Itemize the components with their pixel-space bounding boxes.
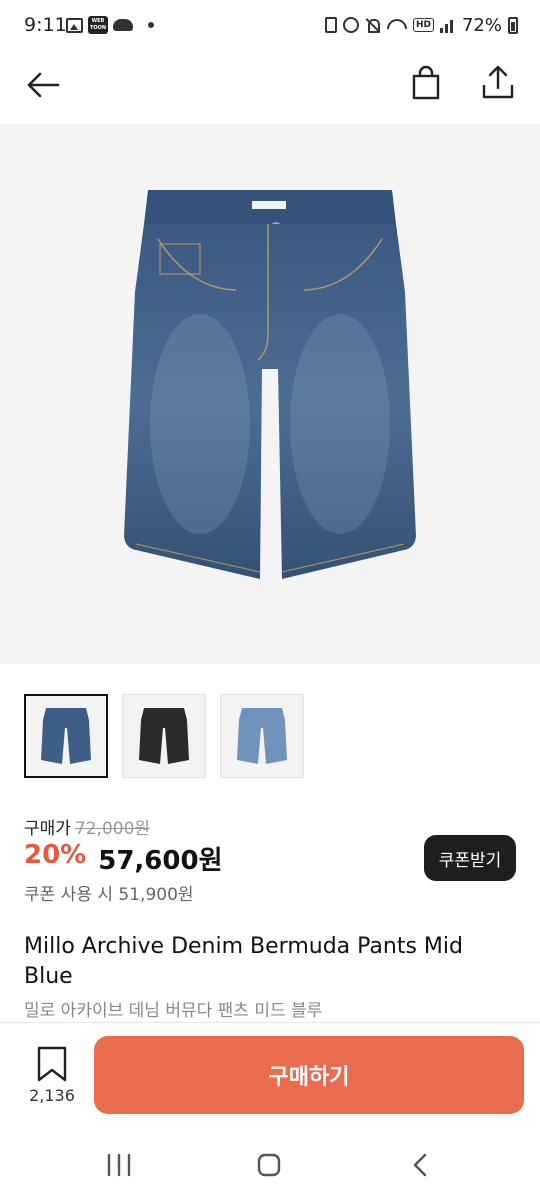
back-button[interactable]	[24, 65, 64, 105]
final-price: 57,600원	[98, 846, 223, 876]
bookmark-button[interactable]: 2,136	[24, 1044, 80, 1114]
denim-shorts-image	[124, 190, 416, 579]
thumbnail-strip	[24, 694, 304, 778]
chevron-left-icon	[413, 1153, 427, 1177]
status-time: 9:11	[24, 14, 67, 36]
battery-percent: 72%	[461, 14, 502, 36]
status-bar: 9:11 WEB TOON HD 72%	[0, 0, 540, 50]
share-icon	[482, 65, 514, 99]
home-button[interactable]	[256, 1152, 282, 1178]
webtoon-icon: WEB TOON	[88, 16, 108, 34]
system-nav-bar	[0, 1130, 540, 1200]
shopping-bag-icon	[412, 65, 440, 100]
home-icon	[257, 1153, 281, 1177]
cloud-icon	[113, 19, 133, 31]
buy-button[interactable]: 구매하기	[94, 1036, 524, 1114]
recent-apps-button[interactable]	[104, 1152, 134, 1178]
status-left-icons: WEB TOON	[66, 14, 154, 36]
cart-button[interactable]	[406, 63, 446, 103]
wifi-icon	[387, 17, 407, 33]
battery-icon	[508, 16, 518, 34]
coupon-price-note: 쿠폰 사용 시 51,900원	[24, 885, 194, 905]
thumbnail-mid-blue[interactable]	[24, 694, 108, 778]
product-image[interactable]	[0, 124, 540, 664]
bookmark-count: 2,136	[29, 1086, 75, 1105]
system-back-button[interactable]	[408, 1152, 434, 1178]
arrow-left-icon	[27, 72, 60, 98]
alarm-icon	[342, 17, 359, 33]
price-label-row: 구매가 72,000원	[24, 814, 150, 839]
status-right-icons: HD 72%	[324, 12, 518, 38]
thumbnail-black[interactable]	[122, 694, 206, 778]
coupon-button[interactable]: 쿠폰받기	[424, 835, 516, 881]
top-nav	[0, 50, 540, 120]
thumbnail-image	[139, 708, 189, 764]
bookmark-icon	[37, 1046, 67, 1082]
share-button[interactable]	[478, 63, 518, 103]
signal-icon	[439, 17, 456, 33]
price-label: 구매가	[24, 819, 71, 839]
original-price: 72,000원	[74, 819, 151, 839]
product-name: Millo Archive Denim Bermuda Pants Mid Bl…	[24, 934, 463, 989]
thumbnail-image	[41, 708, 91, 764]
divider	[0, 1022, 540, 1023]
lock-icon	[324, 17, 337, 33]
thumbnail-image	[237, 708, 287, 764]
recent-apps-icon	[107, 1153, 131, 1177]
hd-icon: HD	[412, 18, 434, 32]
product-subname: 밀로 아카이브 데님 버뮤다 팬츠 미드 블루	[24, 1001, 323, 1021]
image-icon	[66, 17, 83, 33]
dot-icon	[148, 22, 154, 28]
price-row: 20% 57,600원	[24, 840, 223, 877]
discount-rate: 20%	[24, 840, 87, 870]
thumbnail-light-blue[interactable]	[220, 694, 304, 778]
mute-icon	[365, 17, 381, 33]
